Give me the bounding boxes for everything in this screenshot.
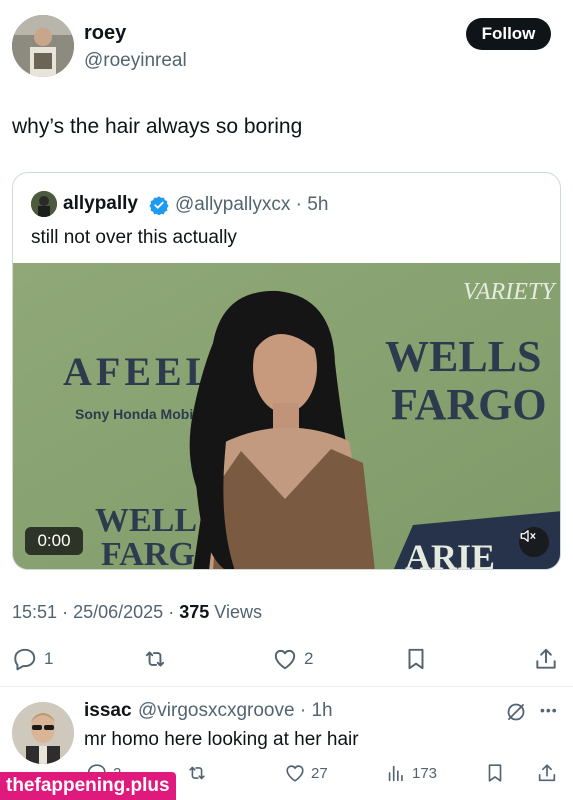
reply-author-avatar[interactable] — [12, 702, 74, 764]
quote-avatar[interactable] — [31, 191, 57, 217]
meta-separator: · — [62, 602, 69, 622]
reply-retweet-button[interactable] — [186, 762, 208, 784]
reply-icon — [14, 648, 36, 671]
share-button[interactable] — [533, 646, 559, 672]
views-label: Views — [214, 602, 262, 622]
tweet-date[interactable]: 25/06/2025 — [73, 602, 163, 622]
grok-icon[interactable] — [504, 700, 528, 724]
like-icon — [274, 649, 296, 670]
reply-share-button[interactable] — [536, 762, 558, 784]
reply-author-name[interactable]: issac — [84, 700, 132, 722]
views-icon — [388, 765, 403, 782]
sign-fargo: FARGO — [391, 380, 547, 429]
author-name[interactable]: roey — [84, 22, 126, 45]
sign-variety-bottom: ARIE — [405, 537, 495, 570]
sign-fargo-bottom: FARG — [101, 536, 195, 570]
share-icon — [536, 648, 556, 669]
author-avatar[interactable] — [12, 15, 74, 77]
video-player[interactable]: AFEEL Sony Honda Mobil VARIETY WELLS FAR… — [13, 263, 560, 570]
reply-like-button[interactable]: 27 — [284, 762, 328, 784]
sign-sony: Sony Honda Mobil — [75, 406, 197, 422]
divider — [0, 686, 573, 687]
reply-button[interactable]: 1 — [12, 646, 53, 672]
quote-text: still not over this actually — [31, 227, 237, 248]
tweet-time[interactable]: 15:51 — [12, 602, 57, 622]
reply-text: mr homo here looking at her hair — [84, 729, 359, 750]
bookmark-button[interactable] — [403, 646, 429, 672]
sign-wells-bottom: WELL — [95, 502, 197, 539]
views-count: 375 — [179, 602, 210, 622]
quote-handle-time[interactable]: @allypallyxcx · 5h — [175, 194, 328, 216]
author-handle[interactable]: @roeyinreal — [84, 50, 187, 72]
retweet-icon — [189, 766, 205, 780]
bookmark-icon — [408, 648, 424, 670]
reply-handle-time[interactable]: @virgosxcxgroove · 1h — [138, 700, 333, 722]
sign-afeel: AFEEL — [63, 349, 216, 394]
like-icon — [286, 765, 304, 782]
reply-views-count: 173 — [412, 764, 438, 782]
verified-icon — [149, 196, 169, 215]
quote-tweet-card[interactable]: allypally @allypallyxcx · 5h still not o… — [12, 172, 561, 570]
like-button[interactable]: 2 — [272, 646, 313, 672]
follow-button[interactable]: Follow — [466, 18, 551, 50]
reply-bookmark-button[interactable] — [484, 762, 506, 784]
share-icon — [538, 764, 556, 782]
tweet-action-bar: 1 2 — [0, 640, 573, 680]
more-icon[interactable]: ••• — [540, 702, 558, 718]
retweet-button[interactable] — [142, 646, 174, 672]
variety-logo: VARIETY — [463, 279, 557, 305]
retweet-icon — [145, 651, 165, 667]
reply-like-count: 27 — [311, 764, 328, 782]
sign-wells: WELLS — [385, 332, 542, 381]
mute-button[interactable] — [519, 527, 549, 557]
like-count: 2 — [304, 649, 314, 668]
video-timecode: 0:00 — [25, 527, 83, 555]
tweet-meta: 15:51 · 25/06/2025 · 375 Views — [12, 602, 262, 623]
reply-views-button[interactable]: 173 — [385, 762, 437, 784]
reply-count: 1 — [44, 649, 54, 668]
tweet-text: why’s the hair always so boring — [12, 115, 303, 138]
watermark: thefappening.plus — [0, 772, 176, 800]
quote-author-name[interactable]: allypally — [63, 193, 138, 215]
bookmark-icon — [488, 764, 502, 782]
mute-icon — [520, 530, 536, 542]
meta-separator: · — [168, 602, 175, 622]
